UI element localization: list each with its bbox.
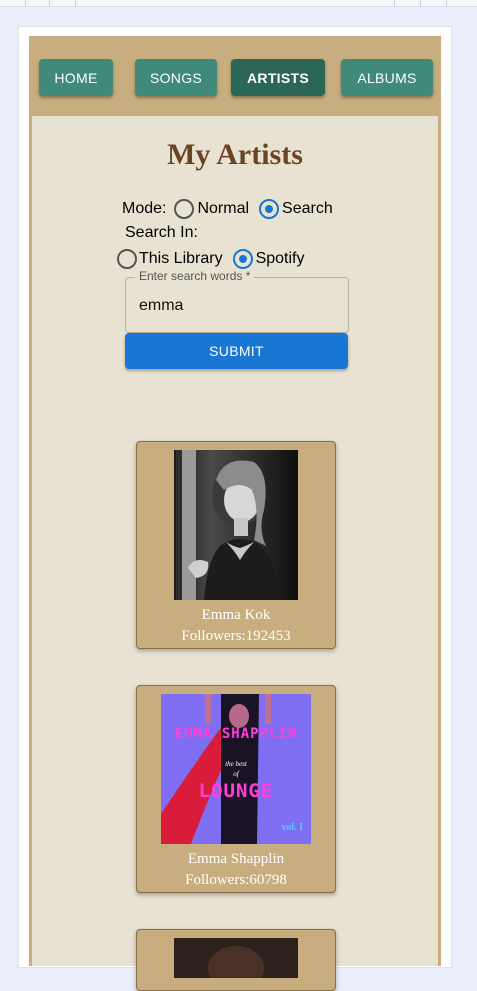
cover-artist-text: EMMA SHAPPLIN <box>174 726 298 742</box>
artist-card[interactable]: EMMA SHAPPLIN the best of LOUNGE vol. I … <box>136 685 336 893</box>
search-spotify-label: Spotify <box>255 250 305 267</box>
artists-panel: My Artists Mode: Normal Search Search In… <box>32 116 438 991</box>
page-title: My Artists <box>167 138 303 171</box>
tab-divider <box>446 0 447 6</box>
artist-card[interactable]: Emma Kok Followers:192453 <box>136 441 336 649</box>
artist-photo: EMMA SHAPPLIN the best of LOUNGE vol. I <box>161 694 311 844</box>
tab-divider <box>420 0 421 6</box>
tab-divider <box>75 0 76 6</box>
nav-artists-button[interactable]: ARTISTS <box>231 59 325 96</box>
artist-photo <box>174 450 298 600</box>
artist-photo <box>174 938 298 990</box>
mode-search-radio[interactable] <box>259 199 280 219</box>
search-input-label: Enter search words * <box>135 269 255 283</box>
artist-name: Emma Kok <box>201 607 271 623</box>
artist-card[interactable] <box>136 929 336 991</box>
mode-normal-radio[interactable] <box>174 199 195 219</box>
search-spotify-radio[interactable] <box>232 249 253 269</box>
search-input[interactable]: Enter search words * emma <box>125 269 349 333</box>
mode-row: Mode: Normal Search <box>122 199 333 219</box>
artist-followers: Followers:60798 <box>185 872 287 888</box>
artist-photo-image <box>174 938 298 990</box>
artist-photo-image <box>174 450 298 600</box>
mode-label: Mode: <box>122 200 167 217</box>
app-container: HOME SONGS ARTISTS ALBUMS My Artists Mod… <box>29 36 441 991</box>
search-library-radio[interactable] <box>117 249 137 269</box>
cover-subtitle-text: of <box>233 770 239 778</box>
tab-divider <box>49 0 50 6</box>
cover-album-text: LOUNGE <box>198 780 274 802</box>
nav-home-button[interactable]: HOME <box>39 59 113 96</box>
mode-normal-label: Normal <box>197 200 250 217</box>
cover-subtitle-text: the best <box>225 760 247 768</box>
submit-button[interactable]: SUBMIT <box>125 333 348 369</box>
search-in-row: This Library Spotify <box>117 249 305 269</box>
cover-volume-text: vol. I <box>281 822 303 833</box>
tab-divider <box>25 0 26 6</box>
nav-bar: HOME SONGS ARTISTS ALBUMS <box>29 36 441 116</box>
mode-search-label: Search <box>282 200 333 217</box>
search-library-label: This Library <box>139 250 223 267</box>
artist-followers: Followers:192453 <box>181 628 291 644</box>
page-frame: HOME SONGS ARTISTS ALBUMS My Artists Mod… <box>18 26 452 991</box>
search-input-value[interactable]: emma <box>139 297 183 315</box>
nav-songs-button[interactable]: SONGS <box>135 59 217 96</box>
browser-top-strip <box>0 0 477 7</box>
search-in-label: Search In: <box>125 224 198 241</box>
nav-albums-button[interactable]: ALBUMS <box>341 59 433 96</box>
tab-divider <box>394 0 395 6</box>
artist-name: Emma Shapplin <box>187 851 285 867</box>
